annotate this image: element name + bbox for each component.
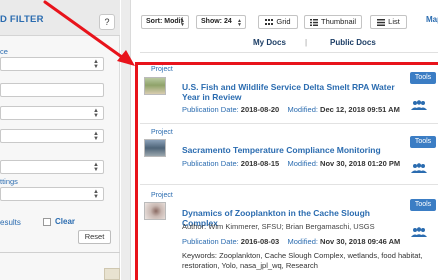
updown-arrow-icon: ▲ ▼ xyxy=(93,108,99,119)
updown-arrow-icon: ▲ ▼ xyxy=(93,189,99,200)
filter-select-1[interactable]: ▲ ▼ xyxy=(0,57,104,71)
reset-button[interactable]: Reset xyxy=(78,230,111,244)
help-button[interactable]: ? xyxy=(99,14,115,30)
filter-select-4[interactable]: ▲ ▼ xyxy=(0,160,104,174)
grid-icon xyxy=(265,19,274,25)
clear-checkbox[interactable] xyxy=(43,218,51,226)
updown-arrow-icon: ▲ ▼ xyxy=(93,59,99,70)
list-label: List xyxy=(388,17,400,26)
clear-link[interactable]: Clear xyxy=(55,217,75,226)
document-browser: D FILTER ? ce ▲ ▼ ▲ ▼ ▲ ▼ ▲ ▼ ttings ▲ ▼ esul… xyxy=(0,0,438,280)
tab-separator: | xyxy=(305,38,308,47)
filter-select-3[interactable]: ▲ ▼ xyxy=(0,129,104,143)
divider xyxy=(0,252,120,253)
results-label: esults xyxy=(0,218,21,227)
sort-label: Sort: Modif xyxy=(146,18,183,25)
list-view-button[interactable]: List xyxy=(370,15,407,29)
filter-panel: D FILTER ? ce ▲ ▼ ▲ ▼ ▲ ▼ ▲ ▼ ttings ▲ ▼ esul… xyxy=(0,0,120,280)
filter-panel-title: D FILTER xyxy=(0,14,44,25)
highlight-box xyxy=(135,62,438,280)
show-dropdown[interactable]: Show: 24 ▲ ▼ xyxy=(196,15,246,29)
map-thumbnail[interactable] xyxy=(104,268,120,280)
grid-label: Grid xyxy=(276,17,291,26)
filter-select-2[interactable]: ▲ ▼ xyxy=(0,106,104,120)
grid-view-button[interactable]: Grid xyxy=(258,15,298,29)
updown-arrow-icon: ▲ ▼ xyxy=(237,18,242,28)
filter-input-1[interactable] xyxy=(0,83,104,97)
thumbnail-label: Thumbnail xyxy=(320,17,357,26)
list-icon xyxy=(377,19,386,26)
updown-arrow-icon: ▲ ▼ xyxy=(93,162,99,173)
thumbnail-list-icon xyxy=(309,19,318,26)
sort-dropdown[interactable]: Sort: Modif ▲ ▼ xyxy=(141,15,189,29)
tab-public-docs[interactable]: Public Docs xyxy=(330,38,376,47)
tab-divider xyxy=(140,52,438,53)
filter-select-5[interactable]: ▲ ▼ xyxy=(0,187,104,201)
show-label: Show: 24 xyxy=(201,18,232,25)
filter-panel-header: D FILTER ? xyxy=(0,0,120,36)
filter-section-label: ce xyxy=(0,47,8,56)
map-view-link[interactable]: Map xyxy=(426,15,438,24)
updown-arrow-icon: ▲ ▼ xyxy=(180,18,185,28)
updown-arrow-icon: ▲ ▼ xyxy=(93,131,99,142)
tab-my-docs[interactable]: My Docs xyxy=(253,38,286,47)
thumbnail-view-button[interactable]: Thumbnail xyxy=(304,15,362,29)
panel-scrollbar[interactable] xyxy=(121,0,131,280)
filter-section-settings: ttings xyxy=(0,177,18,186)
